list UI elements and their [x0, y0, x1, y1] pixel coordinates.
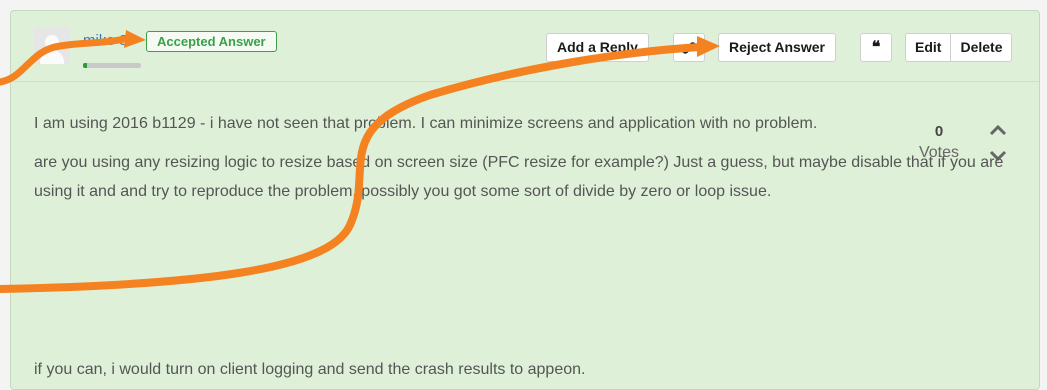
answer-paragraph: are you using any resizing logic to resi… [34, 154, 1004, 200]
reputation-bar [83, 63, 141, 68]
delete-button[interactable]: Delete [950, 34, 1011, 61]
answer-paragraph: if you can, i would turn on client loggi… [34, 361, 586, 378]
accepted-answer-badge: Accepted Answer [146, 31, 277, 52]
user-avatar-icon[interactable] [34, 28, 70, 64]
quote-icon: ❝ [871, 39, 881, 56]
reputation-fill [83, 63, 88, 68]
link-icon [681, 42, 697, 54]
answer-body: I am using 2016 b1129 - i have not seen … [34, 109, 1024, 378]
answer-card: mike S Accepted Answer Add a Reply Rejec… [10, 10, 1040, 390]
answer-header: mike S Accepted Answer Add a Reply Rejec… [11, 11, 1039, 82]
link-button[interactable] [673, 33, 705, 62]
username-link[interactable]: mike S [83, 32, 129, 49]
quote-button[interactable]: ❝ [860, 33, 892, 62]
reject-answer-button[interactable]: Reject Answer [718, 33, 836, 62]
add-reply-button[interactable]: Add a Reply [546, 33, 649, 62]
edit-button[interactable]: Edit [906, 34, 950, 61]
edit-delete-group: Edit Delete [905, 33, 1013, 62]
answer-paragraph: I am using 2016 b1129 - i have not seen … [34, 115, 818, 132]
